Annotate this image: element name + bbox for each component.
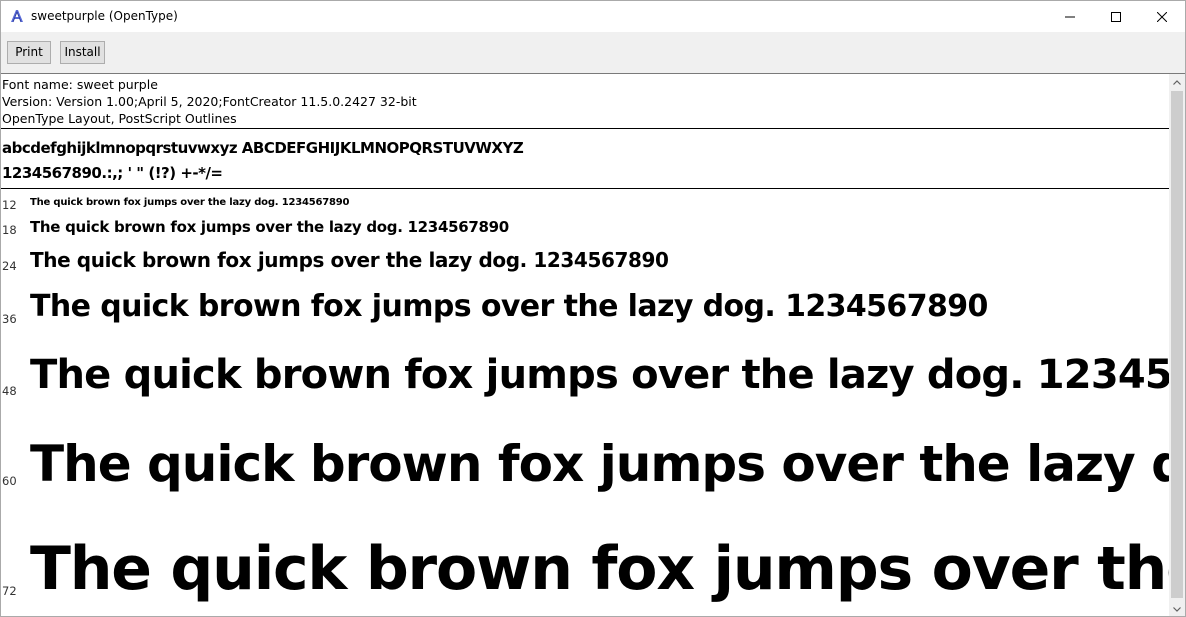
sample-row-18: 18 The quick brown fox jumps over the la… [1, 215, 1169, 243]
window-title: sweetpurple (OpenType) [31, 9, 178, 23]
sample-size-label: 48 [2, 384, 17, 398]
install-button[interactable]: Install [60, 41, 105, 64]
sample-size-label: 18 [2, 223, 17, 237]
font-preview-area[interactable]: Font name: sweet purple Version: Version… [1, 74, 1169, 616]
sample-text: The quick brown fox jumps over the lazy … [30, 218, 509, 236]
charset-digits-symbols: 1234567890.:,; ' " (!?) +-*/= [2, 164, 223, 182]
close-button[interactable] [1139, 1, 1185, 32]
sample-text: The quick brown fox jumps over the lazy … [30, 289, 988, 324]
sample-row-48: 48 The quick brown fox jumps over the la… [1, 337, 1169, 417]
font-viewer-icon [10, 8, 24, 23]
title-bar[interactable]: sweetpurple (OpenType) [1, 1, 1185, 32]
maximize-button[interactable] [1093, 1, 1139, 32]
sample-row-60: 60 The quick brown fox jumps over the la… [1, 417, 1169, 519]
chevron-up-icon [1173, 79, 1181, 85]
font-name-line: Font name: sweet purple [2, 77, 158, 92]
font-version-line: Version: Version 1.00;April 5, 2020;Font… [2, 94, 417, 109]
sample-text: The quick brown fox jumps over the lazy … [30, 534, 1169, 604]
sample-size-label: 12 [2, 198, 17, 212]
font-viewer-window: sweetpurple (OpenType) Print Install Fon… [0, 0, 1186, 617]
sample-row-36: 36 The quick brown fox jumps over the la… [1, 279, 1169, 337]
sample-row-12: 12 The quick brown fox jumps over the la… [1, 195, 1169, 215]
sample-text: The quick brown fox jumps over the lazy … [30, 197, 350, 208]
charset-letters: abcdefghijklmnopqrstuvwxyz ABCDEFGHIJKLM… [2, 139, 524, 157]
divider [1, 128, 1169, 129]
scrollbar-thumb[interactable] [1171, 91, 1183, 598]
font-info: Font name: sweet purple Version: Version… [2, 76, 417, 127]
close-icon [1157, 11, 1167, 22]
maximize-icon [1111, 11, 1121, 22]
vertical-scrollbar[interactable] [1169, 74, 1185, 616]
sample-text: The quick brown fox jumps over the lazy … [30, 435, 1169, 493]
sample-text: The quick brown fox jumps over the lazy … [30, 248, 669, 272]
minimize-button[interactable] [1047, 1, 1093, 32]
scroll-down-button[interactable] [1169, 601, 1185, 616]
character-set: abcdefghijklmnopqrstuvwxyz ABCDEFGHIJKLM… [2, 136, 524, 186]
font-type-line: OpenType Layout, PostScript Outlines [2, 111, 237, 126]
print-button[interactable]: Print [7, 41, 51, 64]
sample-text: The quick brown fox jumps over the lazy … [30, 352, 1169, 398]
sample-size-label: 36 [2, 312, 17, 326]
chevron-down-icon [1173, 606, 1181, 612]
minimize-icon [1065, 16, 1075, 17]
scroll-up-button[interactable] [1169, 74, 1185, 90]
divider [1, 188, 1169, 189]
sample-row-72: 72 The quick brown fox jumps over the la… [1, 519, 1169, 616]
sample-size-label: 60 [2, 474, 17, 488]
sample-row-24: 24 The quick brown fox jumps over the la… [1, 243, 1169, 279]
sample-size-label: 72 [2, 584, 17, 598]
toolbar: Print Install [1, 32, 1185, 74]
sample-size-label: 24 [2, 259, 17, 273]
